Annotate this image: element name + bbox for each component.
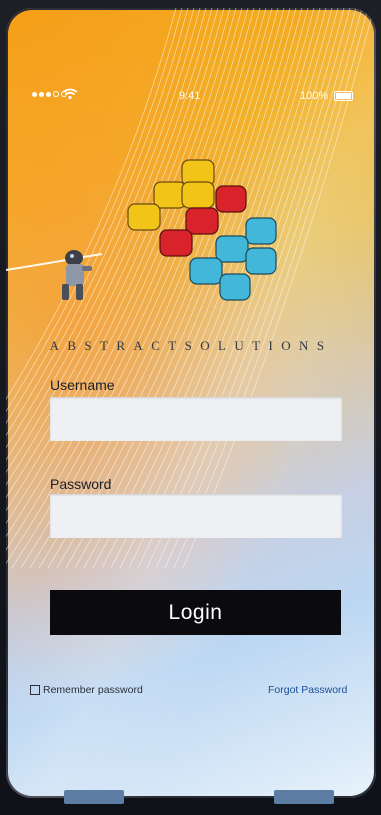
forgot-password-link[interactable]: Forgot Password <box>268 684 347 696</box>
dock-tab-left <box>64 790 124 804</box>
password-label: Password <box>50 476 112 492</box>
remember-password-option[interactable]: Remember password <box>30 684 143 696</box>
brand-name: ABSTRACTSOLUTIONS <box>49 338 333 353</box>
battery-icon <box>334 91 353 101</box>
status-time: 9:41 <box>179 90 201 102</box>
username-label: Username <box>50 377 115 393</box>
remember-label: Remember password <box>43 684 143 696</box>
dock-tab-right <box>274 790 334 804</box>
wifi-icon <box>62 88 78 100</box>
status-bar: 9:41 100% <box>6 88 376 106</box>
login-button[interactable]: Login <box>50 590 341 635</box>
phone-screen: 9:41 100% ABSTRACTSOLUTIONS Username Pas… <box>6 8 376 798</box>
robot-figure-icon <box>62 250 92 300</box>
username-field[interactable] <box>50 397 342 441</box>
password-field[interactable] <box>50 494 342 538</box>
pixel-blocks-logo <box>127 159 277 301</box>
battery-percentage: 100% <box>300 90 329 102</box>
remember-checkbox[interactable] <box>30 685 40 695</box>
